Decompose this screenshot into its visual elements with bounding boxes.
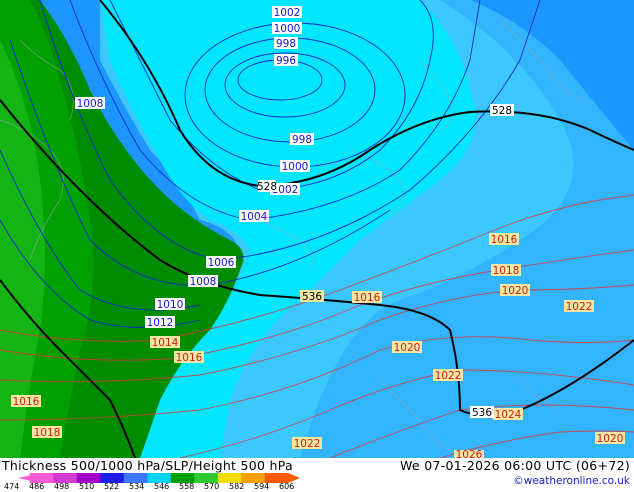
svg-text:1002: 1002 (274, 7, 301, 19)
svg-text:1026: 1026 (456, 449, 483, 458)
svg-text:528: 528 (492, 105, 512, 117)
svg-text:1008: 1008 (190, 276, 217, 288)
height-label: 536 (300, 290, 324, 303)
isobar-label: 1008 (75, 97, 105, 110)
height-label: 528 (490, 104, 514, 117)
svg-text:996: 996 (276, 55, 296, 67)
svg-text:1016: 1016 (176, 352, 203, 364)
svg-text:536: 536 (302, 291, 322, 303)
svg-text:1000: 1000 (282, 161, 309, 173)
weather-map-panel: 1002 1000 998 996 1008 998 1000 1002 100… (0, 0, 634, 492)
svg-text:998: 998 (292, 134, 312, 146)
isobar-label: 1012 (145, 316, 175, 329)
isobar-label: 996 (274, 54, 298, 67)
svg-text:998: 998 (276, 38, 296, 50)
svg-text:1004: 1004 (241, 211, 268, 223)
svg-text:1024: 1024 (495, 409, 522, 421)
height-label: 536 (470, 406, 494, 419)
height-label: 528 (257, 180, 277, 193)
color-scale-labels: 474 486 498 510 522 534 546 558 570 582 594 606 (4, 482, 324, 492)
isobar-label: 1008 (188, 275, 218, 288)
isobar-label: 1004 (239, 210, 269, 223)
isobar-label: 1014 (150, 336, 180, 349)
isobar-label: 1010 (155, 298, 185, 311)
isobar-label: 1018 (32, 426, 62, 439)
isobar-label: 1020 (392, 341, 422, 354)
svg-text:1016: 1016 (491, 234, 518, 246)
isobar-label: 1000 (272, 22, 302, 35)
isobar-label: 1022 (292, 437, 322, 450)
svg-text:1022: 1022 (566, 301, 593, 313)
isobar-label: 1020 (500, 284, 530, 297)
svg-text:1022: 1022 (294, 438, 321, 450)
isobar-label: 1026 (454, 449, 484, 458)
svg-text:1014: 1014 (152, 337, 179, 349)
svg-text:1020: 1020 (394, 342, 421, 354)
map-title: Thickness 500/1000 hPa/SLP/Height 500 hP… (2, 458, 294, 473)
svg-text:1020: 1020 (502, 285, 529, 297)
isobar-label: 1018 (491, 264, 521, 277)
svg-text:1006: 1006 (208, 257, 235, 269)
isobar-label: 1016 (174, 351, 204, 364)
isobar-label: 1006 (206, 256, 236, 269)
svg-text:1018: 1018 (493, 265, 520, 277)
valid-datetime: We 07-01-2026 06:00 UTC (06+72) (400, 458, 630, 473)
svg-text:1022: 1022 (435, 370, 462, 382)
weather-map: 1002 1000 998 996 1008 998 1000 1002 100… (0, 0, 634, 458)
isobar-label: 1002 (272, 6, 302, 19)
svg-text:1008: 1008 (77, 98, 104, 110)
isobar-label: 1024 (493, 408, 523, 421)
isobar-label: 1016 (352, 291, 382, 304)
svg-text:1020: 1020 (597, 433, 624, 445)
isobar-label: 1016 (11, 395, 41, 408)
isobar-label: 998 (290, 133, 314, 146)
svg-text:1018: 1018 (34, 427, 61, 439)
isobar-label: 1022 (433, 369, 463, 382)
svg-text:1000: 1000 (274, 23, 301, 35)
svg-text:1016: 1016 (354, 292, 381, 304)
isobar-label: 1000 (280, 160, 310, 173)
svg-text:1016: 1016 (13, 396, 40, 408)
svg-text:1012: 1012 (147, 317, 174, 329)
svg-text:1010: 1010 (157, 299, 184, 311)
isobar-label: 1016 (489, 233, 519, 246)
svg-text:536: 536 (472, 407, 492, 419)
isobar-label: 1022 (564, 300, 594, 313)
source-credit: ©weatheronline.co.uk (513, 475, 630, 487)
isobar-label: 998 (274, 37, 298, 50)
svg-text:528: 528 (257, 181, 277, 193)
map-footer: Thickness 500/1000 hPa/SLP/Height 500 hP… (0, 458, 634, 492)
isobar-label: 1020 (595, 432, 625, 445)
